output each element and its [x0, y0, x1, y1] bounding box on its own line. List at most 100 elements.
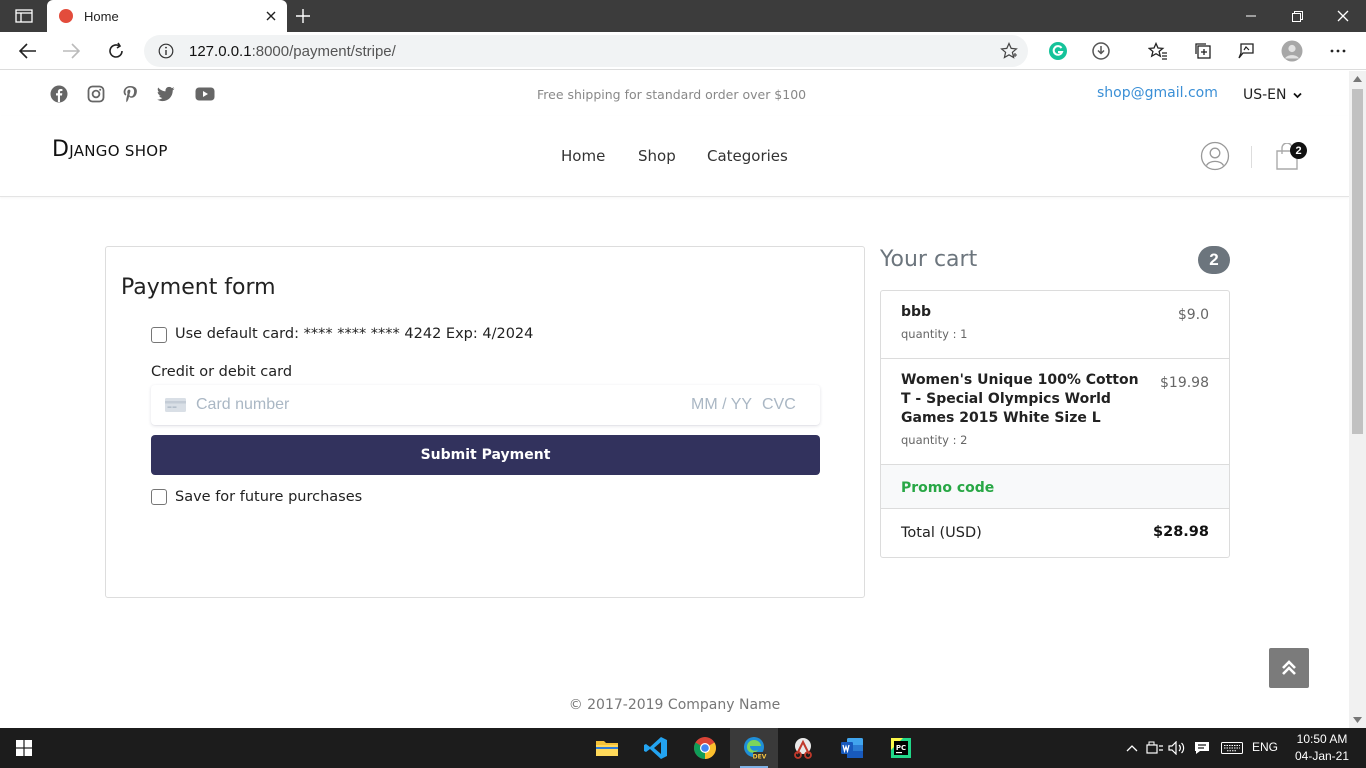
tab-actions-icon[interactable]	[8, 4, 40, 28]
collections-icon[interactable]	[1190, 39, 1216, 63]
browser-toolbar: 127.0.0.1:8000/payment/stripe/	[0, 32, 1366, 70]
email-link[interactable]: shop@gmail.com	[1097, 85, 1218, 101]
item-quantity: quantity : 1	[901, 327, 968, 341]
restore-icon[interactable]	[1274, 0, 1320, 32]
instagram-icon[interactable]	[87, 85, 105, 103]
edge-dev-icon[interactable]: DEV	[730, 728, 778, 768]
show-hidden-icons-chevron-icon[interactable]	[1123, 739, 1141, 757]
nav-home[interactable]: Home	[561, 147, 605, 165]
save-card-checkbox[interactable]	[151, 489, 167, 505]
nav-shop[interactable]: Shop	[638, 147, 676, 165]
total-row: Total (USD) $28.98	[881, 509, 1229, 557]
cart-item: Women's Unique 100% Cotton T - Special O…	[881, 359, 1229, 465]
promo-code-row[interactable]: Promo code	[881, 465, 1229, 509]
shipping-notice: Free shipping for standard order over $1…	[537, 87, 807, 102]
favicon-icon	[59, 9, 73, 23]
pycharm-icon[interactable]: PC	[877, 728, 925, 768]
vscode-icon[interactable]	[632, 728, 680, 768]
payment-form-title: Payment form	[121, 275, 276, 300]
input-language-indicator[interactable]: ENG	[1252, 740, 1278, 754]
total-value: $28.98	[1153, 524, 1209, 540]
logo-text: JANGO SHOP	[69, 142, 168, 160]
header-divider	[1251, 146, 1252, 168]
total-label: Total (USD)	[901, 525, 982, 541]
more-menu-icon[interactable]	[1325, 39, 1351, 63]
submit-payment-button[interactable]: Submit Payment	[151, 435, 820, 475]
chevron-down-icon	[1292, 92, 1302, 98]
page-scrollbar[interactable]	[1349, 71, 1366, 728]
close-window-icon[interactable]	[1320, 0, 1366, 32]
user-account-icon[interactable]	[1200, 141, 1230, 171]
keyboard-icon[interactable]	[1220, 739, 1244, 757]
item-quantity: quantity : 2	[901, 433, 968, 447]
clock-time: 10:50 AM	[1296, 732, 1348, 746]
snipping-tool-icon[interactable]	[779, 728, 827, 768]
url-path: :8000/payment/stripe/	[251, 43, 396, 60]
item-name: bbb	[901, 304, 932, 320]
scrollbar-thumb[interactable]	[1352, 89, 1363, 434]
url-text[interactable]: 127.0.0.1:8000/payment/stripe/	[189, 43, 396, 60]
save-card-label[interactable]: Save for future purchases	[175, 489, 362, 505]
cart-count-badge: 2	[1290, 142, 1307, 159]
file-explorer-icon[interactable]	[583, 728, 631, 768]
item-name: Women's Unique 100% Cotton T - Special O…	[901, 372, 1139, 426]
browser-titlebar: Home	[0, 0, 1366, 32]
refresh-icon[interactable]	[103, 39, 129, 63]
cart-items-badge: 2	[1198, 246, 1230, 274]
copyright-text: © 2017-2019 Company Name	[568, 697, 781, 713]
favorites-icon[interactable]	[1145, 39, 1171, 63]
network-icon[interactable]	[1146, 739, 1164, 757]
card-number-placeholder[interactable]: Card number	[196, 396, 289, 414]
logo-initial: D	[52, 137, 70, 162]
forward-icon[interactable]	[58, 39, 84, 63]
close-tab-icon[interactable]	[263, 8, 279, 24]
cart-list: bbb quantity : 1 $9.0 Women's Unique 100…	[880, 290, 1230, 558]
top-bar: Free shipping for standard order over $1…	[0, 71, 1349, 116]
favorite-star-icon[interactable]	[1000, 42, 1018, 60]
page-content: Free shipping for standard order over $1…	[0, 71, 1349, 728]
minimize-icon[interactable]	[1228, 0, 1274, 32]
url-host: 127.0.0.1	[189, 43, 252, 60]
tab-title: Home	[84, 9, 119, 24]
item-price: $9.0	[1177, 307, 1209, 323]
download-status-icon[interactable]	[1088, 39, 1114, 63]
system-clock[interactable]: 10:50 AM 04-Jan-21	[1290, 731, 1354, 765]
use-default-card-label[interactable]: Use default card: **** **** **** 4242 Ex…	[175, 326, 533, 342]
site-header: DJANGO SHOP Home Shop Categories 2	[0, 116, 1349, 197]
volume-icon[interactable]	[1168, 739, 1186, 757]
nav-categories[interactable]: Categories	[707, 147, 788, 165]
pinterest-icon[interactable]	[121, 85, 139, 103]
facebook-icon[interactable]	[50, 85, 68, 103]
twitter-icon[interactable]	[157, 85, 175, 103]
profile-avatar-icon[interactable]	[1279, 39, 1305, 63]
site-logo[interactable]: DJANGO SHOP	[52, 137, 168, 162]
windows-start-icon[interactable]	[0, 728, 48, 768]
svg-text:PC: PC	[896, 744, 906, 752]
svg-text:DEV: DEV	[753, 753, 767, 760]
cvc-placeholder[interactable]: CVC	[762, 396, 796, 414]
back-icon[interactable]	[15, 39, 41, 63]
scroll-up-arrow-icon[interactable]	[1353, 75, 1362, 83]
feedback-icon[interactable]	[1233, 39, 1259, 63]
scroll-down-arrow-icon[interactable]	[1353, 716, 1362, 724]
language-value: US-EN	[1243, 87, 1287, 103]
grammarly-icon[interactable]	[1045, 39, 1071, 63]
site-info-icon[interactable]	[158, 43, 174, 59]
word-icon[interactable]	[828, 728, 876, 768]
expiry-placeholder[interactable]: MM / YY	[691, 396, 752, 414]
use-default-card-checkbox[interactable]	[151, 327, 167, 343]
notifications-message-icon[interactable]	[1193, 739, 1211, 757]
card-field-label: Credit or debit card	[151, 364, 293, 380]
new-tab-icon[interactable]	[292, 6, 314, 26]
back-to-top-button[interactable]	[1269, 648, 1309, 688]
browser-tab[interactable]: Home	[47, 0, 287, 32]
promo-code-label[interactable]: Promo code	[901, 480, 994, 496]
item-price: $19.98	[1160, 375, 1209, 391]
chrome-icon[interactable]	[681, 728, 729, 768]
credit-card-icon	[165, 398, 186, 412]
cart-heading: Your cart	[880, 247, 978, 272]
youtube-icon[interactable]	[195, 85, 215, 103]
card-input-field[interactable]: Card number MM / YY CVC	[151, 385, 820, 425]
language-select[interactable]: US-EN	[1240, 83, 1310, 107]
address-bar[interactable]: 127.0.0.1:8000/payment/stripe/	[144, 35, 1028, 67]
